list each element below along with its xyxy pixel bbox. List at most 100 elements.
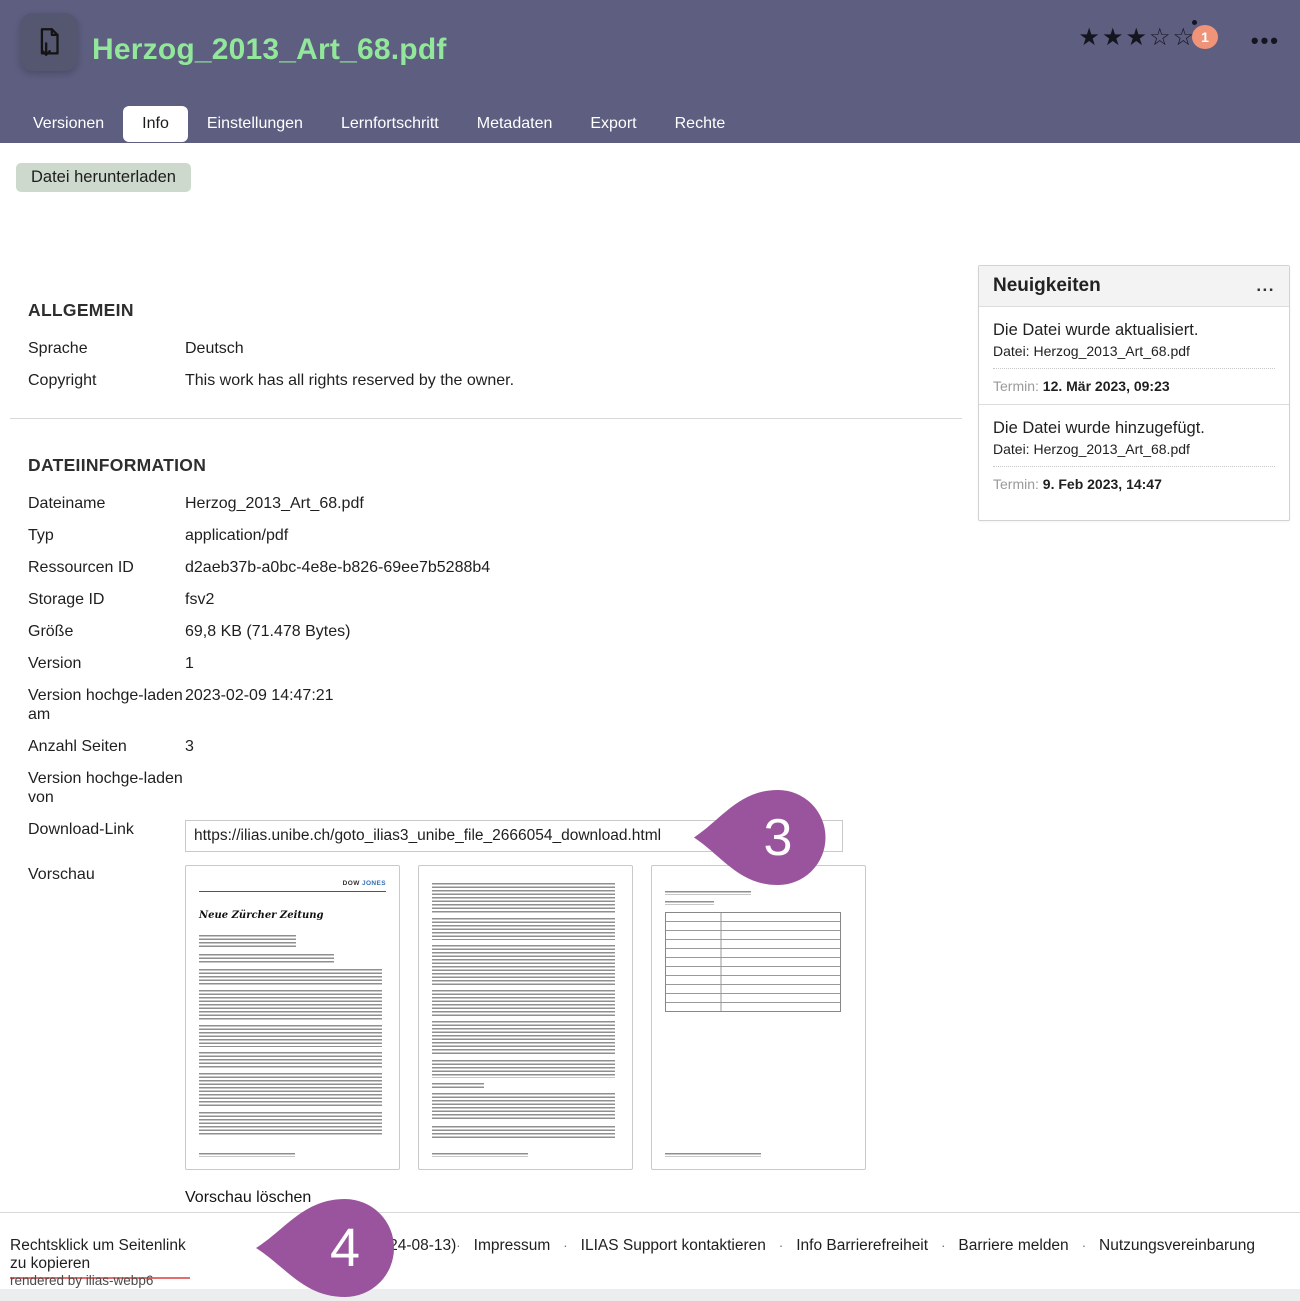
tab-export[interactable]: Export — [571, 106, 655, 142]
news-item-title[interactable]: Die Datei wurde aktualisiert. — [993, 321, 1275, 340]
termin-value: 9. Feb 2023, 14:47 — [1043, 476, 1162, 492]
row-label: Sprache — [28, 339, 185, 358]
preview-thumbnail-page-1[interactable]: DOW JONES Neue Zürcher Zeitung — [185, 865, 400, 1170]
preview-thumbnail-page-2[interactable] — [418, 865, 633, 1170]
info-column: ALLGEMEIN Sprache Deutsch Copyright This… — [0, 192, 962, 1220]
row-label: Version hochge-laden am — [28, 686, 185, 724]
tab-rechte[interactable]: Rechte — [656, 106, 745, 142]
row-value: fsv2 — [185, 590, 962, 609]
news-panel-title: Neuigkeiten — [993, 275, 1101, 297]
row-label: Ressourcen ID — [28, 558, 185, 577]
page-footer-line — [432, 1153, 528, 1157]
row-label: Dateiname — [28, 494, 185, 513]
main-content: ALLGEMEIN Sprache Deutsch Copyright This… — [0, 192, 1300, 1220]
tab-einstellungen[interactable]: Einstellungen — [188, 106, 322, 142]
footer-link-impressum[interactable]: Impressum — [474, 1237, 551, 1255]
preview-thumbnail-page-3[interactable] — [651, 865, 866, 1170]
file-download-icon — [20, 13, 78, 71]
tab-lernfortschritt[interactable]: Lernfortschritt — [322, 106, 458, 142]
info-row: Typ application/pdf — [28, 526, 962, 545]
news-item: Die Datei wurde hinzugefügt. Datei: Herz… — [979, 404, 1289, 502]
row-value: 1 — [185, 654, 962, 673]
page-footer-line — [665, 1153, 761, 1157]
rating-stars[interactable]: ★ ★ ★ ☆ ☆ 1 — [1078, 26, 1218, 50]
info-row: Ressourcen ID d2aeb37b-a0bc-4e8e-b826-69… — [28, 558, 962, 577]
footer-link-barriere-melden[interactable]: Barriere melden — [958, 1237, 1068, 1255]
ilias-version-text: v8.14 2024-08-13) — [330, 1237, 457, 1255]
row-value — [185, 769, 962, 807]
download-link-field[interactable]: https://ilias.unibe.ch/goto_ilias3_unibe… — [185, 820, 843, 852]
row-label: Download-Link — [28, 820, 185, 852]
rule — [199, 891, 386, 892]
info-row: Version hochge-laden von — [28, 769, 962, 807]
tab-bar: Versionen Info Einstellungen Lernfortsch… — [0, 105, 1300, 143]
row-label: Version hochge-laden von — [28, 769, 185, 807]
tab-info[interactable]: Info — [123, 106, 188, 142]
info-row: Storage ID fsv2 — [28, 590, 962, 609]
section-heading-dateiinformation: DATEIINFORMATION — [28, 455, 962, 476]
dateiinformation-rows: Dateiname Herzog_2013_Art_68.pdf Typ app… — [28, 494, 962, 1207]
news-panel-header: Neuigkeiten ... — [979, 266, 1289, 307]
news-panel: Neuigkeiten ... Die Datei wurde aktualis… — [978, 265, 1290, 521]
row-value: 69,8 KB (71.478 Bytes) — [185, 622, 962, 641]
footer-link-barrierefreiheit[interactable]: Info Barrierefreiheit — [796, 1237, 928, 1255]
metadata-table — [665, 912, 841, 1012]
news-item-date: Termin: 9. Feb 2023, 14:47 — [993, 466, 1275, 492]
news-item-title[interactable]: Die Datei wurde hinzugefügt. — [993, 419, 1275, 438]
preview-thumbnails: DOW JONES Neue Zürcher Zeitung — [185, 865, 962, 1170]
section-heading-allgemein: ALLGEMEIN — [28, 300, 962, 321]
header-more-actions-icon[interactable]: ••• — [1251, 28, 1280, 54]
row-label: Storage ID — [28, 590, 185, 609]
row-value: 2023-02-09 14:47:21 — [185, 686, 962, 724]
row-value: 3 — [185, 737, 962, 756]
row-label: Typ — [28, 526, 185, 545]
info-row: Copyright This work has all rights reser… — [28, 371, 962, 390]
info-row: Sprache Deutsch — [28, 339, 962, 358]
termin-label: Termin: — [993, 378, 1039, 394]
footer-link-nutzungsvereinbarung[interactable]: Nutzungsvereinbarung — [1099, 1237, 1255, 1255]
news-item: Die Datei wurde aktualisiert. Datei: Her… — [979, 307, 1289, 404]
toolbar: Datei herunterladen — [0, 143, 1300, 192]
download-file-button[interactable]: Datei herunterladen — [16, 163, 191, 192]
info-row: Größe 69,8 KB (71.478 Bytes) — [28, 622, 962, 641]
delete-preview-link[interactable]: Vorschau löschen — [185, 1188, 311, 1207]
preview-row: Vorschau DOW JONES Neue Zürcher Zeitung — [28, 865, 962, 1207]
news-item-subtitle: Datei: Herzog_2013_Art_68.pdf — [993, 441, 1275, 457]
page-footer-line — [199, 1153, 295, 1157]
info-row: Version hochge-laden am 2023-02-09 14:47… — [28, 686, 962, 724]
bottom-strip — [0, 1289, 1300, 1301]
star-outline-icon[interactable]: ☆ — [1149, 26, 1171, 50]
news-more-actions-icon[interactable]: ... — [1256, 276, 1275, 296]
info-row: Anzahl Seiten 3 — [28, 737, 962, 756]
row-value: application/pdf — [185, 526, 962, 545]
termin-value: 12. Mär 2023, 09:23 — [1043, 378, 1170, 394]
rendered-by-text: rendered by ilias-webp6 — [10, 1273, 153, 1288]
star-filled-icon[interactable]: ★ — [1078, 26, 1100, 50]
row-value: Herzog_2013_Art_68.pdf — [185, 494, 962, 513]
row-label: Größe — [28, 622, 185, 641]
row-label: Anzahl Seiten — [28, 737, 185, 756]
row-value: d2aeb37b-a0bc-4e8e-b826-69ee7b5288b4 — [185, 558, 962, 577]
row-label: Vorschau — [28, 865, 185, 884]
info-row: Dateiname Herzog_2013_Art_68.pdf — [28, 494, 962, 513]
row-value: Deutsch — [185, 339, 962, 358]
own-rating-dot — [1192, 20, 1197, 25]
page-title: Herzog_2013_Art_68.pdf — [92, 33, 447, 67]
row-label: Version — [28, 654, 185, 673]
star-filled-icon[interactable]: ★ — [1102, 26, 1124, 50]
news-item-date: Termin: 12. Mär 2023, 09:23 — [993, 368, 1275, 394]
download-link-row: Download-Link https://ilias.unibe.ch/got… — [28, 820, 962, 852]
info-row: Version 1 — [28, 654, 962, 673]
star-filled-icon[interactable]: ★ — [1125, 26, 1147, 50]
star-outline-icon[interactable]: ☆ — [1172, 26, 1194, 50]
allgemein-rows: Sprache Deutsch Copyright This work has … — [28, 339, 962, 390]
row-value: This work has all rights reserved by the… — [185, 371, 962, 390]
footer-links: · Impressum · ILIAS Support kontaktieren… — [456, 1237, 1255, 1255]
row-label: Copyright — [28, 371, 185, 390]
tab-versionen[interactable]: Versionen — [14, 106, 123, 142]
tab-metadaten[interactable]: Metadaten — [458, 106, 572, 142]
rating-count-badge[interactable]: 1 — [1192, 25, 1218, 49]
dowjones-brand: DOW JONES — [199, 879, 386, 888]
footer-link-support[interactable]: ILIAS Support kontaktieren — [581, 1237, 766, 1255]
termin-label: Termin: — [993, 476, 1039, 492]
